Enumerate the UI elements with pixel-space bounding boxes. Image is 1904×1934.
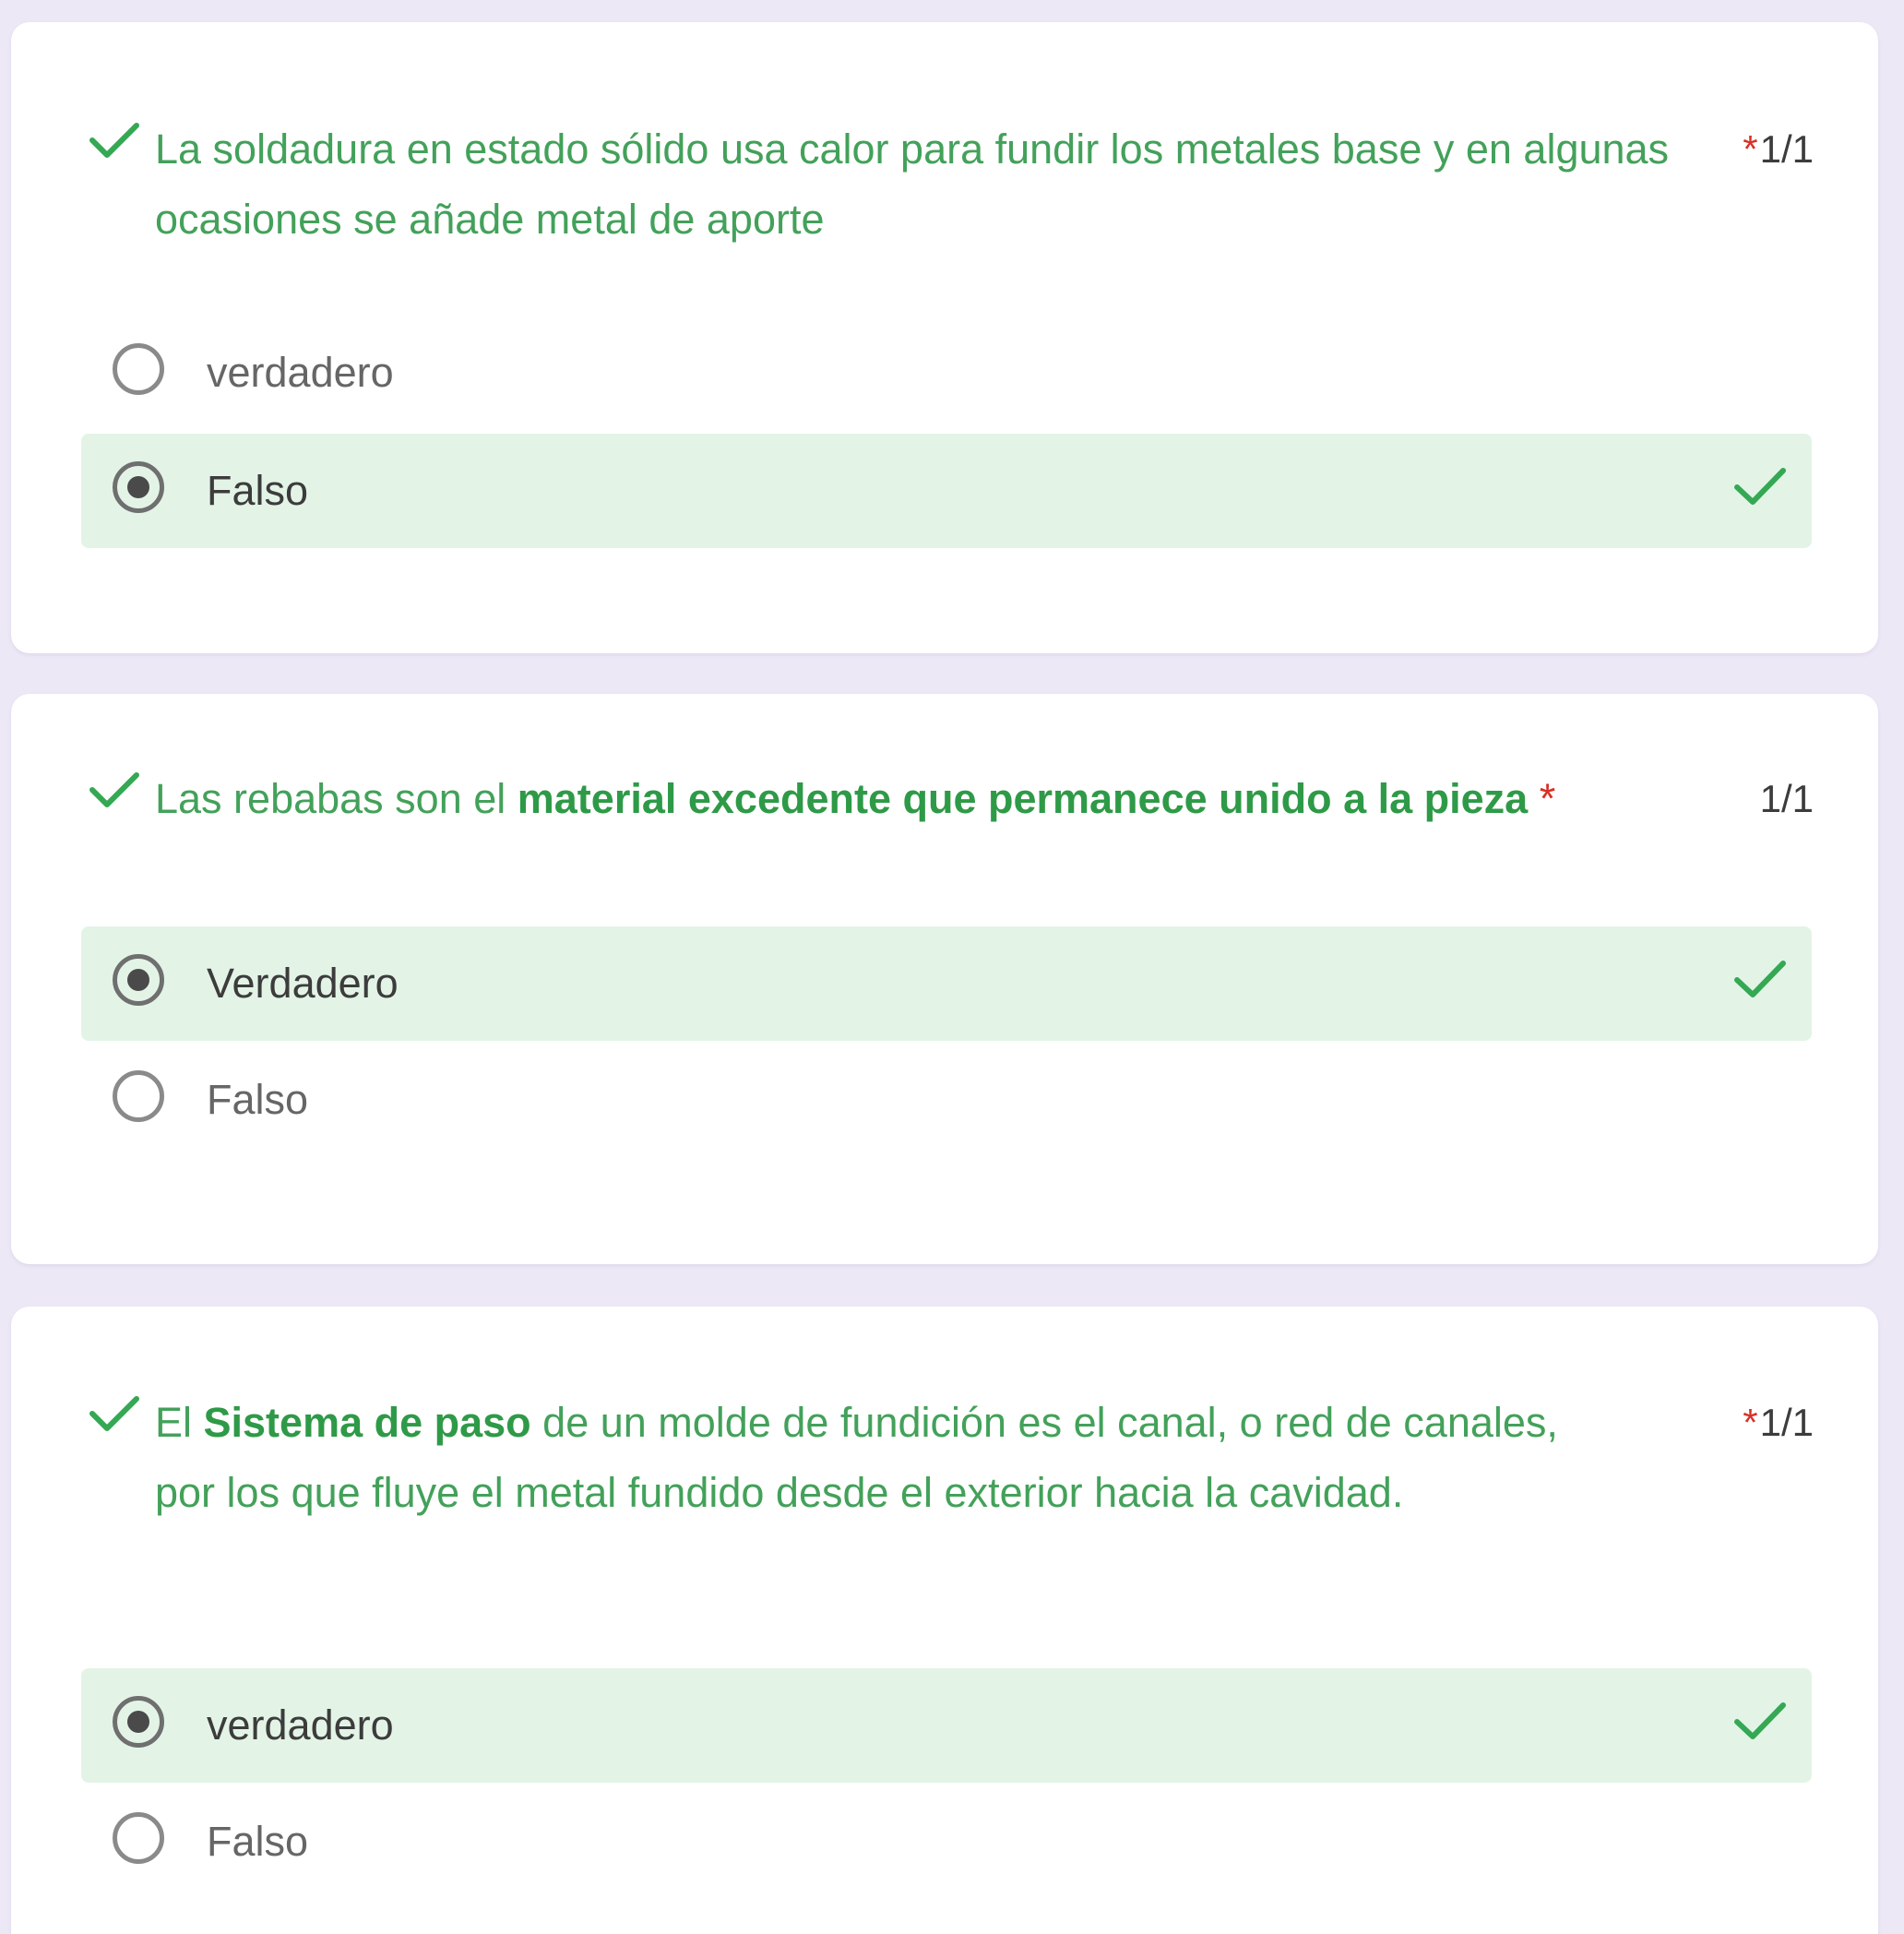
option-verdadero[interactable]: verdadero	[81, 1668, 1812, 1783]
question-text: La soldadura en estado sólido usa calor …	[155, 125, 1670, 243]
radio-button-selected[interactable]	[113, 1696, 164, 1748]
score-value: 1/1	[1759, 777, 1814, 820]
question-score: *1/1	[1730, 114, 1814, 185]
radio-button-selected[interactable]	[113, 461, 164, 513]
required-marker: *	[1743, 127, 1758, 171]
question-text: Las rebabas son el material excedente qu…	[155, 775, 1556, 822]
option-verdadero[interactable]: verdadero	[81, 316, 1812, 430]
question-card-3: El Sistema de paso de un molde de fundic…	[11, 1307, 1878, 1934]
radio-button[interactable]	[113, 1070, 164, 1122]
option-label: verdadero	[207, 1701, 394, 1749]
question-header: La soldadura en estado sólido usa calor …	[89, 114, 1814, 255]
question-card-2: Las rebabas son el material excedente qu…	[11, 694, 1878, 1264]
radio-button[interactable]	[113, 343, 164, 395]
question-text: El Sistema de paso de un molde de fundic…	[155, 1399, 1558, 1516]
check-icon	[89, 1388, 155, 1439]
radio-button-selected[interactable]	[113, 954, 164, 1006]
question-header: Las rebabas son el material excedente qu…	[89, 764, 1814, 834]
check-icon	[1732, 956, 1788, 1007]
option-falso[interactable]: Falso	[81, 1785, 1812, 1899]
question-score: 1/1	[1747, 764, 1814, 834]
option-label: Falso	[207, 1818, 309, 1865]
question-header: El Sistema de paso de un molde de fundic…	[89, 1388, 1814, 1528]
option-label: Falso	[207, 467, 309, 514]
option-falso[interactable]: Falso	[81, 434, 1812, 548]
question-score: *1/1	[1730, 1388, 1814, 1458]
option-label: Verdadero	[207, 960, 399, 1007]
check-icon	[89, 764, 155, 815]
required-marker: *	[1743, 1401, 1758, 1444]
option-label: Falso	[207, 1076, 309, 1123]
score-value: 1/1	[1759, 127, 1814, 171]
required-marker: *	[1539, 775, 1556, 822]
check-icon	[89, 114, 155, 165]
option-label: verdadero	[207, 349, 394, 396]
check-icon	[1732, 1698, 1788, 1749]
score-value: 1/1	[1759, 1401, 1814, 1444]
radio-button[interactable]	[113, 1812, 164, 1864]
question-card-1: La soldadura en estado sólido usa calor …	[11, 22, 1878, 653]
check-icon	[1732, 463, 1788, 514]
option-verdadero[interactable]: Verdadero	[81, 926, 1812, 1041]
option-falso[interactable]: Falso	[81, 1043, 1812, 1157]
